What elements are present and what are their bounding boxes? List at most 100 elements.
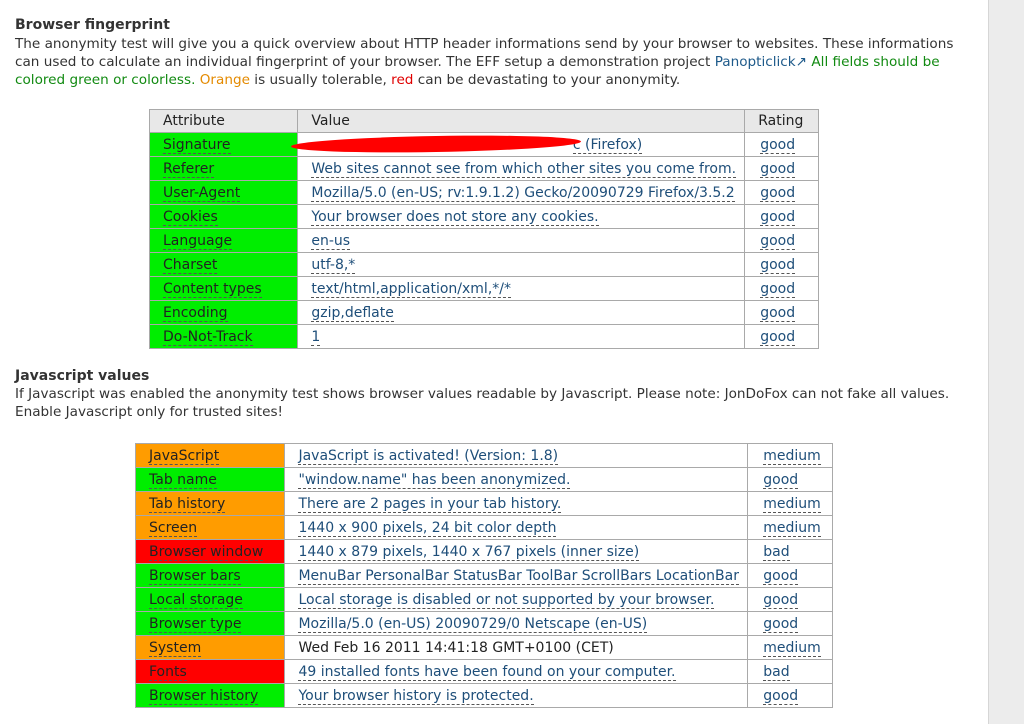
- rating-label[interactable]: good: [760, 160, 796, 178]
- value-text[interactable]: JavaScript is activated! (Version: 1.8): [298, 447, 559, 465]
- javascript-rating-cell: medium: [747, 635, 833, 660]
- value-text[interactable]: 49 installed fonts have been found on yo…: [298, 663, 676, 681]
- attribute-label[interactable]: Content types: [163, 280, 262, 298]
- javascript-rating-cell: medium: [747, 491, 833, 516]
- javascript-value-cell: 49 installed fonts have been found on yo…: [284, 659, 749, 684]
- external-link-icon[interactable]: ↗: [796, 54, 807, 70]
- javascript-rating-cell: good: [747, 563, 833, 588]
- fingerprint-table-header: Attribute Value Rating: [148, 109, 819, 133]
- attribute-label[interactable]: Tab history: [149, 495, 226, 513]
- attribute-label[interactable]: Browser history: [149, 687, 259, 705]
- javascript-row: Browser bars MenuBar PersonalBar StatusBa…: [134, 563, 833, 588]
- rating-label[interactable]: good: [760, 328, 796, 346]
- value-text[interactable]: Your browser history is protected.: [298, 687, 534, 705]
- value-text[interactable]: Mozilla/5.0 (en-US) 20090729/0 Netscape …: [298, 615, 648, 633]
- javascript-value-cell: "window.name" has been anonymized.: [284, 467, 749, 492]
- rating-label[interactable]: good: [763, 471, 799, 489]
- rating-label[interactable]: medium: [763, 639, 821, 657]
- value-text[interactable]: There are 2 pages in your tab history.: [298, 495, 562, 513]
- fingerprint-attribute-cell: User-Agent: [148, 180, 299, 205]
- rating-label[interactable]: good: [760, 184, 796, 202]
- javascript-row: Tab history There are 2 pages in your tab…: [134, 491, 833, 516]
- javascript-attribute-cell: Browser history: [134, 683, 286, 708]
- rating-label[interactable]: good: [763, 687, 799, 705]
- javascript-rating-cell: medium: [747, 443, 833, 468]
- attribute-label[interactable]: JavaScript: [149, 447, 220, 465]
- value-text[interactable]: en-us: [311, 232, 351, 250]
- attribute-label[interactable]: Signature: [163, 136, 231, 154]
- fingerprint-value-cell: Your browser does not store any cookies.: [297, 204, 746, 229]
- fingerprint-heading: Browser fingerprint: [15, 17, 170, 33]
- javascript-rating-cell: bad: [747, 539, 833, 564]
- fingerprint-value-cell: 1: [297, 324, 746, 349]
- fingerprint-rating-cell: good: [744, 204, 819, 229]
- rating-label[interactable]: medium: [763, 519, 821, 537]
- javascript-row: Local storage Local storage is disabled o…: [134, 587, 833, 612]
- javascript-attribute-cell: Browser type: [134, 611, 286, 636]
- value-text[interactable]: 1440 x 879 pixels, 1440 x 767 pixels (in…: [298, 543, 640, 561]
- rating-label[interactable]: good: [760, 232, 796, 250]
- javascript-value-cell: MenuBar PersonalBar StatusBar ToolBar Sc…: [284, 563, 749, 588]
- rating-label[interactable]: good: [763, 615, 799, 633]
- fingerprint-row: Language en-us good: [148, 228, 819, 253]
- rating-label[interactable]: good: [763, 591, 799, 609]
- intro-orange-text: Orange: [199, 72, 250, 88]
- javascript-attribute-cell: Fonts: [134, 659, 286, 684]
- fingerprint-value-cell: Web sites cannot see from which other si…: [297, 156, 746, 181]
- javascript-heading: Javascript values: [15, 368, 150, 384]
- value-text[interactable]: 1: [311, 328, 321, 346]
- fingerprint-rating-cell: good: [744, 324, 819, 349]
- value-text[interactable]: Web sites cannot see from which other si…: [311, 160, 737, 178]
- attribute-label[interactable]: Charset: [163, 256, 218, 274]
- value-text[interactable]: "window.name" has been anonymized.: [298, 471, 571, 489]
- value-text[interactable]: text/html,application/xml,*/*: [311, 280, 511, 298]
- attribute-label[interactable]: Local storage: [149, 591, 243, 609]
- column-header-value: Value: [297, 109, 746, 133]
- javascript-attribute-cell: JavaScript: [134, 443, 286, 468]
- rating-label[interactable]: bad: [763, 543, 790, 561]
- rating-label[interactable]: good: [760, 304, 796, 322]
- value-text[interactable]: c (Firefox): [572, 136, 643, 154]
- rating-label[interactable]: bad: [763, 663, 790, 681]
- rating-label[interactable]: good: [760, 208, 796, 226]
- attribute-label[interactable]: User-Agent: [163, 184, 241, 202]
- attribute-label[interactable]: Encoding: [163, 304, 228, 322]
- rating-label[interactable]: good: [760, 136, 796, 154]
- attribute-label[interactable]: Referer: [163, 160, 215, 178]
- javascript-attribute-cell: Tab history: [134, 491, 286, 516]
- fingerprint-row: Content types text/html,application/xml,*…: [148, 276, 819, 301]
- fingerprint-row: Referer Web sites cannot see from which o…: [148, 156, 819, 181]
- javascript-row: Tab name "window.name" has been anonymize…: [134, 467, 833, 492]
- attribute-label[interactable]: Language: [163, 232, 233, 250]
- value-text[interactable]: Mozilla/5.0 (en-US; rv:1.9.1.2) Gecko/20…: [311, 184, 735, 202]
- rating-label[interactable]: good: [760, 256, 796, 274]
- value-text[interactable]: utf-8,*: [311, 256, 356, 274]
- value-text[interactable]: gzip,deflate: [311, 304, 394, 322]
- rating-label[interactable]: good: [763, 567, 799, 585]
- attribute-label[interactable]: Browser window: [149, 543, 264, 561]
- attribute-label[interactable]: Screen: [149, 519, 198, 537]
- rating-label[interactable]: good: [760, 280, 796, 298]
- attribute-label[interactable]: Browser type: [149, 615, 242, 633]
- attribute-label[interactable]: System: [149, 639, 202, 657]
- panopticlick-link[interactable]: Panopticlick: [715, 54, 796, 70]
- window-scroll-gutter: [988, 0, 1024, 724]
- attribute-label[interactable]: Cookies: [163, 208, 218, 226]
- value-text[interactable]: Your browser does not store any cookies.: [311, 208, 599, 226]
- intro-end-text: can be devastating to your anonymity.: [413, 72, 681, 88]
- value-text[interactable]: MenuBar PersonalBar StatusBar ToolBar Sc…: [298, 567, 739, 585]
- value-text[interactable]: 1440 x 900 pixels, 24 bit color depth: [298, 519, 557, 537]
- value-text[interactable]: Local storage is disabled or not support…: [298, 591, 715, 609]
- value-text: Wed Feb 16 2011 14:41:18 GMT+0100 (CET): [298, 639, 614, 656]
- attribute-label[interactable]: Do-Not-Track: [163, 328, 253, 346]
- attribute-label[interactable]: Browser bars: [149, 567, 241, 585]
- attribute-label[interactable]: Fonts: [149, 663, 187, 681]
- javascript-rating-cell: good: [747, 683, 833, 708]
- javascript-rating-cell: bad: [747, 659, 833, 684]
- fingerprint-value-cell: en-us: [297, 228, 746, 253]
- fingerprint-rating-cell: good: [744, 132, 819, 157]
- javascript-rating-cell: good: [747, 467, 833, 492]
- rating-label[interactable]: medium: [763, 495, 821, 513]
- rating-label[interactable]: medium: [763, 447, 821, 465]
- attribute-label[interactable]: Tab name: [149, 471, 217, 489]
